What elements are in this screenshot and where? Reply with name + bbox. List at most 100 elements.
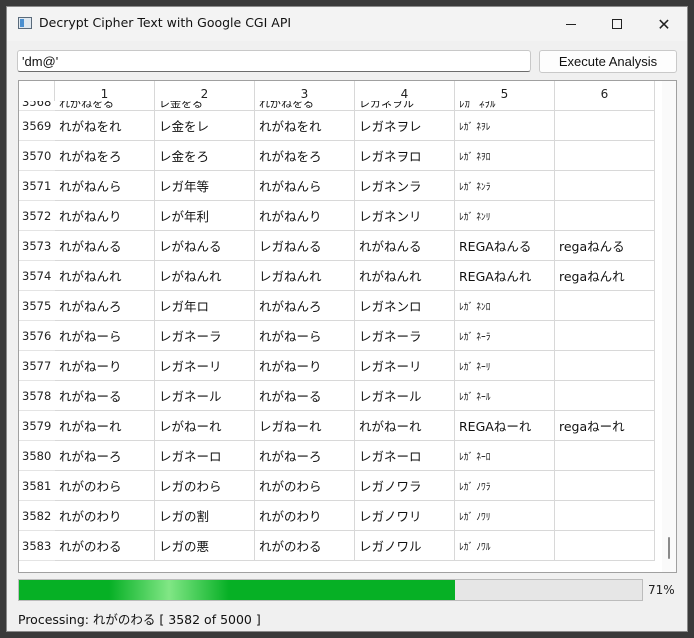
table-cell[interactable]: レガねんれ: [255, 261, 355, 291]
table-cell[interactable]: レガ年ロ: [155, 291, 255, 321]
column-header-3[interactable]: 3: [255, 81, 355, 101]
table-cell[interactable]: [555, 441, 655, 471]
table-corner[interactable]: [19, 81, 55, 101]
maximize-button[interactable]: [594, 7, 640, 41]
table-cell[interactable]: regaねーれ: [555, 411, 655, 441]
table-cell[interactable]: レガネンロ: [355, 291, 455, 321]
vertical-scrollbar[interactable]: [662, 81, 676, 572]
row-header[interactable]: 3582: [19, 501, 55, 531]
results-table[interactable]: 3568 れがねをる レ金をる れがねをる レガネヲル ﾚｶﾞ ﾈｦﾙ 3569 れがねをれレ…: [18, 80, 677, 573]
table-row[interactable]: 3577 れがねーり レガネーリ れがねーり レガネーリ ﾚｶﾞ ﾈｰﾘ: [19, 351, 659, 381]
table-cell[interactable]: れがねーる: [55, 381, 155, 411]
table-cell[interactable]: レガネーリ: [355, 351, 455, 381]
table-cell[interactable]: れがねーり: [55, 351, 155, 381]
row-header[interactable]: 3578: [19, 381, 55, 411]
table-cell[interactable]: れがねんろ: [55, 291, 155, 321]
row-header[interactable]: 3569: [19, 111, 55, 141]
table-cell[interactable]: [555, 321, 655, 351]
scrollbar-thumb[interactable]: [668, 537, 670, 559]
table-cell[interactable]: レガネンラ: [355, 171, 455, 201]
row-header[interactable]: 3581: [19, 471, 55, 501]
table-cell[interactable]: レガネーラ: [155, 321, 255, 351]
column-header-1[interactable]: 1: [55, 81, 155, 101]
table-row[interactable]: 3569 れがねをれ レ金をレ れがねをれ レガネヲレ ﾚｶﾞ ﾈｦﾚ: [19, 111, 659, 141]
table-cell[interactable]: れがのわる: [55, 531, 155, 561]
table-cell[interactable]: [555, 531, 655, 561]
table-cell[interactable]: レガネーリ: [155, 351, 255, 381]
title-bar[interactable]: Decrypt Cipher Text with Google CGI API …: [7, 7, 687, 41]
table-row[interactable]: 3570 れがねをろ レ金をろ れがねをろ レガネヲロ ﾚｶﾞ ﾈｦﾛ: [19, 141, 659, 171]
table-cell[interactable]: ﾚｶﾞ ﾈｰﾙ: [455, 381, 555, 411]
row-header[interactable]: 3575: [19, 291, 55, 321]
column-header-5[interactable]: 5: [455, 81, 555, 101]
table-cell[interactable]: れがのわら: [255, 471, 355, 501]
table-cell[interactable]: れがねんり: [55, 201, 155, 231]
table-cell[interactable]: れがねをろ: [255, 141, 355, 171]
table-cell[interactable]: れがねんら: [255, 171, 355, 201]
table-cell[interactable]: ﾚｶﾞ ﾉﾜﾙ: [455, 531, 555, 561]
table-cell[interactable]: れがのわり: [255, 501, 355, 531]
row-header[interactable]: 3573: [19, 231, 55, 261]
table-row[interactable]: 3573 れがねんる レがねんる レガねんる れがねんる REGAねんる regaねんる: [19, 231, 659, 261]
row-header[interactable]: 3572: [19, 201, 55, 231]
table-cell[interactable]: れがねをれ: [55, 111, 155, 141]
table-cell[interactable]: regaねんれ: [555, 261, 655, 291]
table-cell[interactable]: レがねんる: [155, 231, 255, 261]
table-cell[interactable]: レガのわら: [155, 471, 255, 501]
table-cell[interactable]: れがねーれ: [55, 411, 155, 441]
table-cell[interactable]: レガネール: [355, 381, 455, 411]
table-row[interactable]: 3571 れがねんら レガ年等 れがねんら レガネンラ ﾚｶﾞ ﾈﾝﾗ: [19, 171, 659, 201]
table-cell[interactable]: REGAねんれ: [455, 261, 555, 291]
table-cell[interactable]: レガ年等: [155, 171, 255, 201]
table-cell[interactable]: レガネーラ: [355, 321, 455, 351]
table-cell[interactable]: レガねんる: [255, 231, 355, 261]
table-cell[interactable]: ﾚｶﾞ ﾈｰﾘ: [455, 351, 555, 381]
table-cell[interactable]: レガの割: [155, 501, 255, 531]
table-cell[interactable]: れがのわり: [55, 501, 155, 531]
close-button[interactable]: ✕: [641, 7, 687, 41]
row-header[interactable]: 3577: [19, 351, 55, 381]
execute-analysis-button[interactable]: Execute Analysis: [539, 50, 677, 73]
table-cell[interactable]: ﾚｶﾞ ﾈｦﾛ: [455, 141, 555, 171]
table-row[interactable]: 3574 れがねんれ レがねんれ レガねんれ れがねんれ REGAねんれ regaねんれ: [19, 261, 659, 291]
table-row[interactable]: 3579 れがねーれ レがねーれ レガねーれ れがねーれ REGAねーれ regaねーれ: [19, 411, 659, 441]
table-cell[interactable]: [555, 501, 655, 531]
table-cell[interactable]: レがねーれ: [155, 411, 255, 441]
table-cell[interactable]: レガノワリ: [355, 501, 455, 531]
table-cell[interactable]: レガネヲロ: [355, 141, 455, 171]
row-header[interactable]: 3570: [19, 141, 55, 171]
row-header[interactable]: 3574: [19, 261, 55, 291]
row-header[interactable]: 3583: [19, 531, 55, 561]
table-cell[interactable]: レガネール: [155, 381, 255, 411]
table-cell[interactable]: れがねーら: [255, 321, 355, 351]
table-cell[interactable]: れがねんろ: [255, 291, 355, 321]
table-cell[interactable]: レガノワラ: [355, 471, 455, 501]
table-cell[interactable]: ﾚｶﾞ ﾈﾝﾘ: [455, 201, 555, 231]
table-cell[interactable]: れがのわら: [55, 471, 155, 501]
table-cell[interactable]: [555, 471, 655, 501]
table-row[interactable]: 3575 れがねんろ レガ年ロ れがねんろ レガネンロ ﾚｶﾞ ﾈﾝﾛ: [19, 291, 659, 321]
table-cell[interactable]: [555, 291, 655, 321]
table-cell[interactable]: [555, 351, 655, 381]
table-cell[interactable]: [555, 381, 655, 411]
table-row[interactable]: 3578 れがねーる レガネール れがねーる レガネール ﾚｶﾞ ﾈｰﾙ: [19, 381, 659, 411]
table-cell[interactable]: レガネーロ: [155, 441, 255, 471]
table-cell[interactable]: レガの悪: [155, 531, 255, 561]
table-cell[interactable]: REGAねーれ: [455, 411, 555, 441]
table-cell[interactable]: れがねをろ: [55, 141, 155, 171]
table-cell[interactable]: [555, 201, 655, 231]
table-row[interactable]: 3583 れがのわる レガの悪 れがのわる レガノワル ﾚｶﾞ ﾉﾜﾙ: [19, 531, 659, 561]
row-header[interactable]: 3579: [19, 411, 55, 441]
table-cell[interactable]: [555, 111, 655, 141]
table-row[interactable]: 3576 れがねーら レガネーラ れがねーら レガネーラ ﾚｶﾞ ﾈｰﾗ: [19, 321, 659, 351]
table-row[interactable]: 3582 れがのわり レガの割 れがのわり レガノワリ ﾚｶﾞ ﾉﾜﾘ: [19, 501, 659, 531]
table-cell[interactable]: れがねーら: [55, 321, 155, 351]
table-cell[interactable]: REGAねんる: [455, 231, 555, 261]
column-header-6[interactable]: 6: [555, 81, 655, 101]
table-cell[interactable]: れがねんら: [55, 171, 155, 201]
table-cell[interactable]: れがねんれ: [55, 261, 155, 291]
table-cell[interactable]: ﾚｶﾞ ﾈｰﾗ: [455, 321, 555, 351]
table-row[interactable]: 3572 れがねんり レが年利 れがねんり レガネンリ ﾚｶﾞ ﾈﾝﾘ: [19, 201, 659, 231]
table-cell[interactable]: レガねーれ: [255, 411, 355, 441]
table-cell[interactable]: ﾚｶﾞ ﾈﾝﾛ: [455, 291, 555, 321]
